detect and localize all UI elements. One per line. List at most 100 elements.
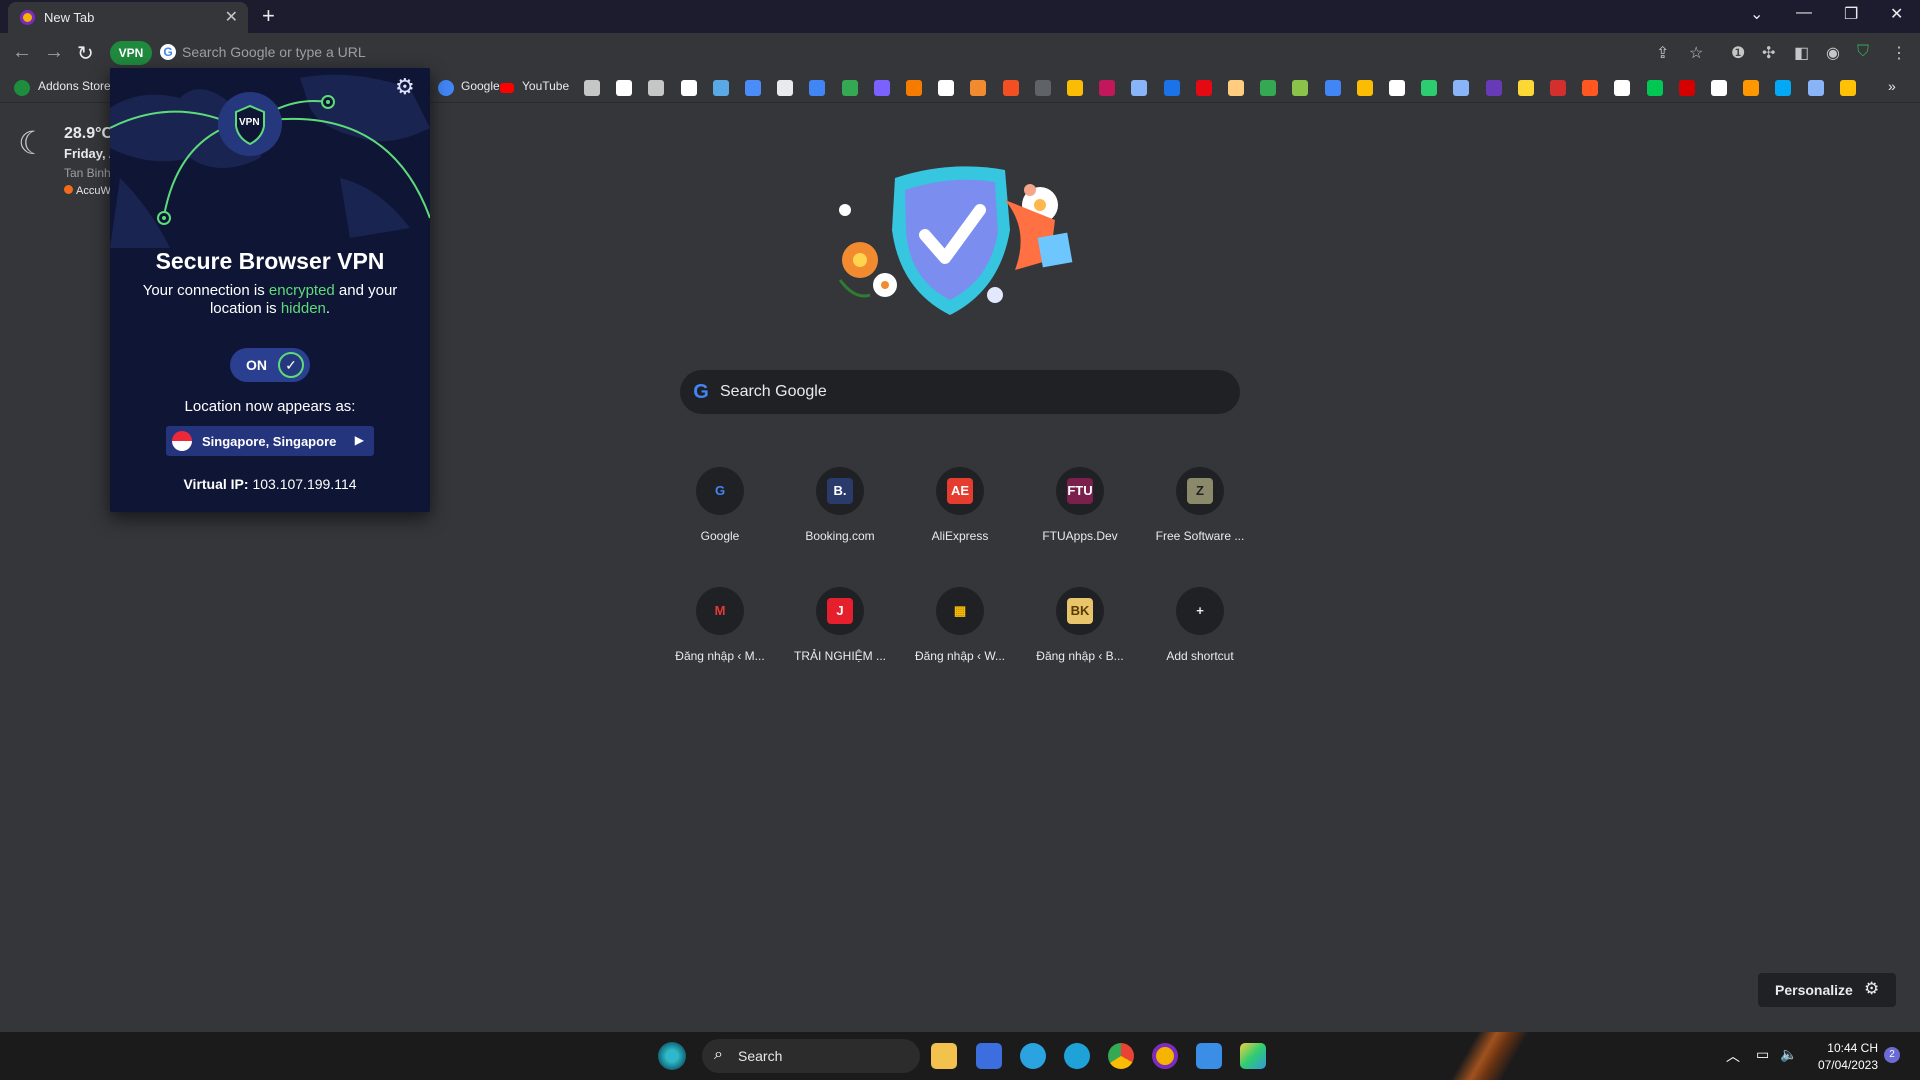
bookmark-favicon-icon[interactable] — [1260, 80, 1277, 96]
minimize-button[interactable]: — — [1796, 4, 1812, 22]
bookmark-favicon-icon[interactable] — [680, 80, 697, 96]
bookmark-favicon-icon[interactable] — [1034, 80, 1051, 96]
mail-icon[interactable] — [1196, 1043, 1222, 1069]
browser-app-icon[interactable] — [1152, 1043, 1178, 1069]
forward-button[interactable]: → — [44, 41, 64, 64]
extension-icon[interactable]: ❶ — [1731, 43, 1745, 63]
clock-date[interactable]: 07/04/2023 — [1810, 1058, 1878, 1072]
shortcut-tile[interactable]: Z Free Software ... — [1144, 467, 1256, 579]
personalize-button[interactable]: Personalize ⚙ — [1758, 973, 1896, 1007]
bookmark-favicon-icon[interactable] — [1743, 80, 1760, 96]
share-icon[interactable]: ⇪ — [1656, 43, 1669, 63]
shortcut-tile[interactable]: + Add shortcut — [1144, 587, 1256, 699]
bookmark-star-icon[interactable]: ☆ — [1689, 43, 1703, 63]
shortcut-tile[interactable]: J TRẢI NGHIỆM ... — [784, 587, 896, 699]
volume-icon[interactable]: 🔈 — [1780, 1046, 1797, 1063]
bookmark-favicon-icon[interactable] — [906, 80, 922, 96]
microsoft-store-icon[interactable] — [976, 1043, 1002, 1069]
bookmark-favicon-icon[interactable] — [1389, 80, 1405, 96]
omnibox-input[interactable]: Search Google or type a URL — [182, 44, 366, 60]
bookmark-favicon-icon[interactable] — [970, 80, 987, 96]
bookmark-favicon-icon[interactable] — [1678, 80, 1695, 96]
bookmark-favicon-icon[interactable] — [1517, 80, 1534, 96]
telegram-icon[interactable] — [1020, 1043, 1046, 1069]
clock-time[interactable]: 10:44 CH — [1818, 1041, 1878, 1055]
bookmark-favicon-icon[interactable] — [1067, 80, 1083, 96]
bookmark-favicon-icon[interactable] — [1711, 80, 1727, 96]
vpn-settings-gear-icon[interactable]: ⚙ — [395, 74, 415, 100]
bookmark-favicon-icon[interactable] — [1646, 80, 1663, 96]
shortcut-tile[interactable]: ▦ Đăng nhập ‹ W... — [904, 587, 1016, 699]
bookmark-favicon-icon[interactable] — [648, 80, 665, 96]
reload-button[interactable]: ↻ — [77, 41, 94, 66]
bookmark-favicon-icon[interactable] — [1099, 80, 1116, 96]
bookmark-favicon-icon[interactable] — [1002, 80, 1019, 96]
extensions-puzzle-icon[interactable]: ✣ — [1762, 43, 1775, 63]
taskbar-search-box[interactable]: ⌕ Search — [702, 1039, 920, 1073]
tab-search-icon[interactable]: ⌄ — [1750, 4, 1763, 24]
bookmark-favicon-icon[interactable] — [1324, 80, 1341, 96]
bookmark-favicon-icon[interactable] — [616, 80, 633, 96]
google-search-box[interactable]: G Search Google — [680, 370, 1240, 414]
shortcut-tile[interactable]: BK Đăng nhập ‹ B... — [1024, 587, 1136, 699]
tab-new-tab[interactable]: New Tab ✕ — [8, 2, 248, 33]
new-tab-button[interactable]: + — [262, 3, 275, 29]
network-icon[interactable]: ▭ — [1756, 1046, 1769, 1063]
windows-taskbar: ⌕ Search ︿ ▭ 🔈 10:44 CH 07/04/2023 2 — [0, 1032, 1920, 1080]
bookmark-favicon-icon[interactable] — [1582, 80, 1599, 96]
bookmark-favicon-icon[interactable] — [1356, 80, 1373, 96]
security-shield-icon[interactable]: ⛉ — [1857, 43, 1869, 61]
tray-overflow-icon[interactable]: ︿ — [1726, 1046, 1740, 1066]
chrome-icon[interactable] — [1108, 1043, 1134, 1069]
shortcut-tile[interactable]: G Google — [664, 467, 776, 579]
bookmark-youtube[interactable]: YouTube — [522, 79, 569, 93]
bookmark-favicon-icon[interactable] — [712, 80, 729, 96]
bookmark-favicon-icon[interactable] — [777, 80, 794, 96]
bookmark-favicon-icon[interactable] — [1131, 80, 1148, 96]
bookmark-favicon-icon[interactable] — [1292, 80, 1309, 96]
bookmark-favicon-icon[interactable] — [1228, 80, 1244, 96]
bookmark-favicon-icon[interactable] — [1195, 80, 1212, 96]
bookmark-favicon-icon[interactable] — [873, 80, 890, 96]
bookmark-favicon-icon[interactable] — [1839, 80, 1856, 96]
start-button-icon[interactable] — [658, 1042, 686, 1070]
vpn-badge-button[interactable]: VPN — [110, 41, 152, 65]
bookmark-favicon-icon[interactable] — [1163, 80, 1180, 96]
bookmark-favicon-icon[interactable] — [1485, 80, 1502, 96]
shortcut-tile[interactable]: B. Booking.com — [784, 467, 896, 579]
shortcut-tile[interactable]: M Đăng nhập ‹ M... — [664, 587, 776, 699]
more-bookmarks-icon[interactable]: » — [1888, 78, 1896, 94]
shortcut-tile[interactable]: FTU FTUApps.Dev — [1024, 467, 1136, 579]
sliders-icon: ⚙ — [1864, 979, 1880, 998]
tab-close-icon[interactable]: ✕ — [225, 7, 238, 27]
bookmark-favicon-icon[interactable] — [1614, 80, 1631, 96]
bookmark-favicon-icon[interactable] — [1421, 80, 1438, 96]
bookmark-favicon-icon[interactable] — [1550, 80, 1566, 96]
back-button[interactable]: ← — [12, 41, 32, 64]
app-icon[interactable] — [1240, 1043, 1266, 1069]
side-panel-icon[interactable]: ◧ — [1794, 43, 1809, 63]
bookmark-favicon-icon[interactable] — [745, 80, 761, 96]
bookmark-favicon-icon[interactable] — [841, 80, 858, 96]
menu-kebab-icon[interactable]: ⋮ — [1891, 43, 1907, 63]
shortcut-glyph: FTU — [1067, 477, 1093, 504]
vpn-location-selector[interactable]: Singapore, Singapore ▶ — [166, 426, 374, 456]
bookmark-favicon-icon[interactable] — [1775, 80, 1792, 96]
close-window-button[interactable]: ✕ — [1890, 4, 1903, 24]
bookmark-favicon-icon[interactable] — [584, 80, 600, 96]
edge-icon[interactable] — [1064, 1043, 1090, 1069]
bookmark-favicon-icon[interactable] — [809, 80, 826, 96]
bookmark-favicon-icon[interactable] — [1807, 80, 1824, 96]
restore-button[interactable]: ❐ — [1844, 4, 1858, 24]
vpn-toggle[interactable]: ON ✓ — [230, 348, 310, 382]
bookmark-google[interactable]: Google — [461, 79, 500, 93]
file-explorer-icon[interactable] — [931, 1043, 957, 1069]
shortcut-label: Booking.com — [805, 529, 875, 543]
bookmark-favicon-icon[interactable] — [938, 80, 955, 96]
bookmark-favicon-icon[interactable] — [1453, 80, 1470, 96]
shortcut-icon: B. — [816, 467, 864, 515]
shortcut-tile[interactable]: AE AliExpress — [904, 467, 1016, 579]
notification-badge[interactable]: 2 — [1884, 1047, 1900, 1063]
bookmark-addons-store[interactable]: Addons Store — [38, 79, 111, 93]
profile-icon[interactable]: ◉ — [1826, 43, 1840, 63]
